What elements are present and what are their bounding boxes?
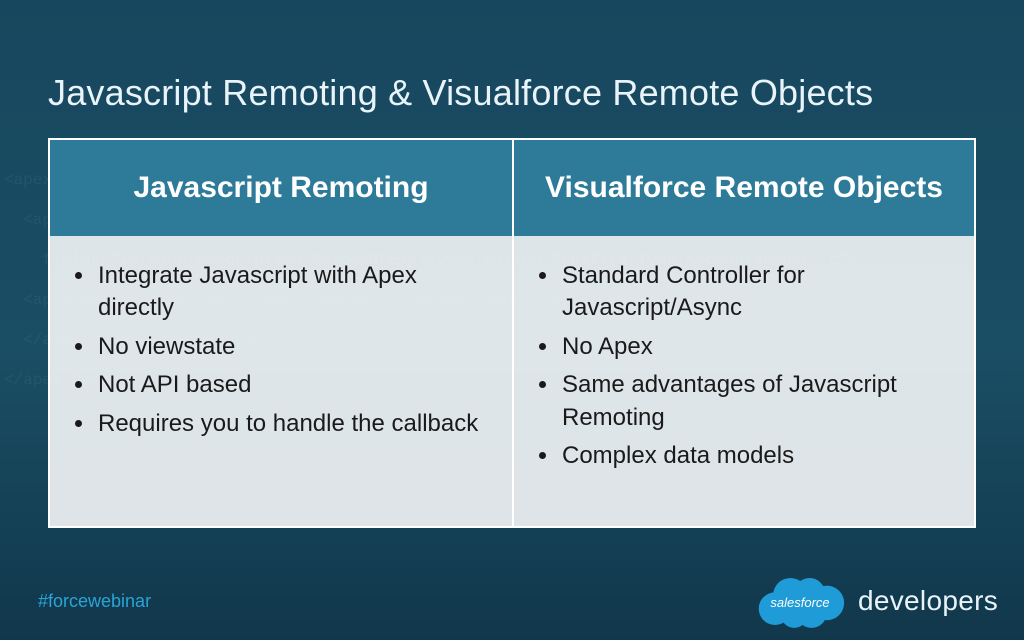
footer: #forcewebinar salesforce developers [0,562,1024,640]
slide-title: Javascript Remoting & Visualforce Remote… [48,72,976,114]
salesforce-cloud-label: salesforce [752,570,848,632]
brand-logo: salesforce developers [752,570,998,632]
comparison-table: Javascript Remoting Integrate Javascript… [48,138,976,528]
list-item: Not API based [96,369,488,401]
list-item: Same advantages of Javascript Remoting [560,369,950,434]
list-item: Standard Controller for Javascript/Async [560,260,950,325]
salesforce-cloud-icon: salesforce [752,570,848,632]
column-right-body: Standard Controller for Javascript/Async… [514,236,974,526]
column-left-header: Javascript Remoting [50,140,512,236]
slide: <apex:page showHeaders="true" sidebar="t… [0,0,1024,640]
column-right: Visualforce Remote Objects Standard Cont… [512,140,974,526]
hashtag: #forcewebinar [38,591,151,612]
list-item: Complex data models [560,440,950,472]
list-item: Integrate Javascript with Apex directly [96,260,488,325]
list-item: No viewstate [96,331,488,363]
list-item: Requires you to handle the callback [96,408,488,440]
developers-word: developers [858,585,998,617]
list-item: No Apex [560,331,950,363]
column-left: Javascript Remoting Integrate Javascript… [50,140,512,526]
column-right-header: Visualforce Remote Objects [514,140,974,236]
column-left-body: Integrate Javascript with Apex directly … [50,236,512,526]
